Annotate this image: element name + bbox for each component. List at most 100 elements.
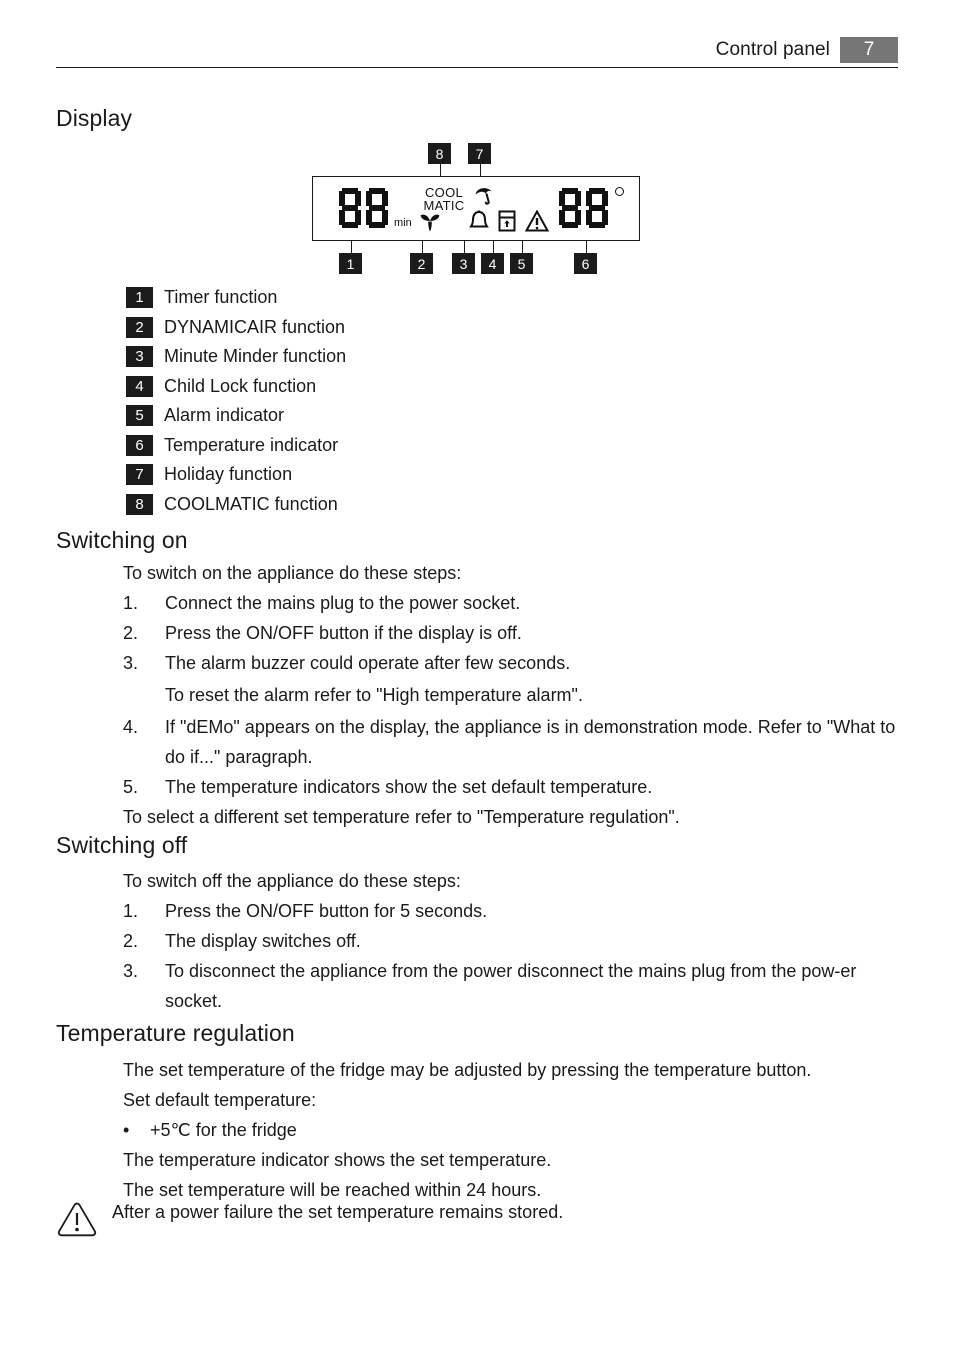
bullet-item: • +5℃ for the fridge — [123, 1115, 898, 1145]
list-item: 1. Press the ON/OFF button for 5 seconds… — [123, 896, 898, 926]
list-item: 3. The alarm buzzer could operate after … — [123, 648, 898, 678]
list-text: If "dEMo" appears on the display, the ap… — [165, 717, 896, 767]
switching-on-intro: To switch on the appliance do these step… — [123, 563, 462, 583]
list-text: Press the ON/OFF button if the display i… — [165, 623, 522, 643]
legend-number: 8 — [126, 493, 153, 515]
callout-8: 8 — [428, 143, 451, 164]
degree-symbol-icon — [615, 187, 624, 196]
list-item: 3. To disconnect the appliance from the … — [123, 956, 898, 1016]
step-3-note: To reset the alarm refer to "High temper… — [165, 685, 583, 705]
legend-number: 6 — [126, 434, 153, 456]
switching-off-intro: To switch off the appliance do these ste… — [123, 871, 461, 891]
list-text: To disconnect the appliance from the pow… — [165, 961, 857, 1011]
list-marker: 1. — [123, 901, 139, 921]
temp-line-1: The set temperature of the fridge may be… — [123, 1060, 812, 1080]
display-legend-list: 1 Timer function 2 DYNAMICAIR function 3… — [126, 283, 646, 519]
switching-on-closing: To select a different set temperature re… — [123, 807, 680, 827]
bullet-text: +5℃ for the fridge — [150, 1120, 297, 1140]
legend-number: 1 — [126, 287, 153, 309]
leader-line-2 — [421, 241, 423, 253]
list-text: The temperature indicators show the set … — [165, 777, 653, 797]
callout-7: 7 — [468, 143, 491, 164]
legend-number: 5 — [126, 405, 153, 427]
legend-label: Timer function — [164, 287, 278, 308]
callout-6: 6 — [574, 253, 597, 274]
bell-icon — [469, 210, 489, 237]
list-text: The alarm buzzer could operate after few… — [165, 653, 571, 673]
switching-on-body: To switch on the appliance do these step… — [123, 558, 898, 832]
list-marker: 1. — [123, 593, 139, 613]
page-title: Control panel — [715, 39, 830, 60]
leader-line-6 — [585, 241, 587, 253]
legend-number: 7 — [126, 464, 153, 486]
legend-number: 2 — [126, 316, 153, 338]
leader-line-3 — [463, 241, 465, 253]
temperature-digit-2 — [586, 188, 608, 228]
warning-note: After a power failure the set temperatur… — [56, 1196, 898, 1243]
legend-label: Alarm indicator — [164, 405, 285, 426]
timer-digits — [339, 188, 388, 228]
heading-temperature-regulation: Temperature regulation — [56, 1020, 295, 1046]
legend-label: Holiday function — [164, 464, 293, 485]
temp-line-2: Set default temperature: — [123, 1090, 317, 1110]
leader-line-1 — [350, 241, 352, 253]
legend-label: COOLMATIC function — [164, 493, 338, 514]
list-marker: 5. — [123, 777, 139, 797]
list-marker: 2. — [123, 623, 139, 643]
legend-item: 1 Timer function — [126, 283, 646, 313]
list-item: 2. Press the ON/OFF button if the displa… — [123, 618, 898, 648]
display-diagram: 8 7 min COOL MATIC 1 2 3 4 5 6 — [300, 143, 660, 274]
umbrella-icon — [473, 184, 497, 213]
lcd-panel-outline: min COOL MATIC — [312, 176, 640, 241]
timer-digit-1 — [339, 188, 361, 228]
legend-item: 8 COOLMATIC function — [126, 490, 646, 520]
list-marker: 2. — [123, 931, 139, 951]
heading-switching-off: Switching off — [56, 832, 188, 858]
list-item: 4. If "dEMo" appears on the display, the… — [123, 712, 898, 772]
legend-item: 5 Alarm indicator — [126, 401, 646, 431]
page-number-badge: 7 — [840, 37, 898, 63]
leader-line-4 — [492, 241, 494, 253]
legend-item: 3 Minute Minder function — [126, 342, 646, 372]
heading-switching-on: Switching on — [56, 527, 188, 553]
temperature-regulation-body: The set temperature of the fridge may be… — [123, 1055, 898, 1205]
legend-label: DYNAMICAIR function — [164, 316, 346, 337]
temperature-digit-1 — [559, 188, 581, 228]
legend-number: 4 — [126, 375, 153, 397]
callout-5: 5 — [510, 253, 533, 274]
legend-item: 2 DYNAMICAIR function — [126, 313, 646, 343]
legend-number: 3 — [126, 346, 153, 368]
legend-item: 4 Child Lock function — [126, 372, 646, 402]
alarm-triangle-icon — [524, 209, 550, 237]
callout-4: 4 — [481, 253, 504, 274]
list-marker: 3. — [123, 961, 139, 981]
leader-line-5 — [521, 241, 523, 253]
legend-label: Minute Minder function — [164, 346, 347, 367]
header-row: Control panel 7 — [56, 36, 898, 64]
child-lock-icon — [498, 210, 516, 237]
heading-display: Display — [56, 105, 133, 131]
fan-icon — [419, 209, 441, 238]
legend-item: 6 Temperature indicator — [126, 431, 646, 461]
warning-triangle-icon — [56, 1196, 112, 1243]
list-item: 5. The temperature indicators show the s… — [123, 772, 898, 802]
temp-line-3: The temperature indicator shows the set … — [123, 1150, 552, 1170]
header-divider — [56, 67, 898, 68]
callout-1: 1 — [339, 253, 362, 274]
warning-note-text: After a power failure the set temperatur… — [112, 1202, 564, 1222]
callout-3: 3 — [452, 253, 475, 274]
list-item: 1. Connect the mains plug to the power s… — [123, 588, 898, 618]
list-marker: 4. — [123, 717, 139, 737]
list-item: 2. The display switches off. — [123, 926, 898, 956]
temperature-digits — [559, 188, 608, 228]
list-text: The display switches off. — [165, 931, 361, 951]
timer-unit-label: min — [394, 217, 412, 229]
callout-2: 2 — [410, 253, 433, 274]
bullet-dot-icon: • — [123, 1120, 130, 1140]
timer-digit-2 — [366, 188, 388, 228]
legend-label: Child Lock function — [164, 375, 317, 396]
switching-off-body: To switch off the appliance do these ste… — [123, 866, 898, 1016]
page-header: Control panel 7 — [56, 36, 898, 70]
list-marker: 3. — [123, 653, 139, 673]
legend-item: 7 Holiday function — [126, 460, 646, 490]
